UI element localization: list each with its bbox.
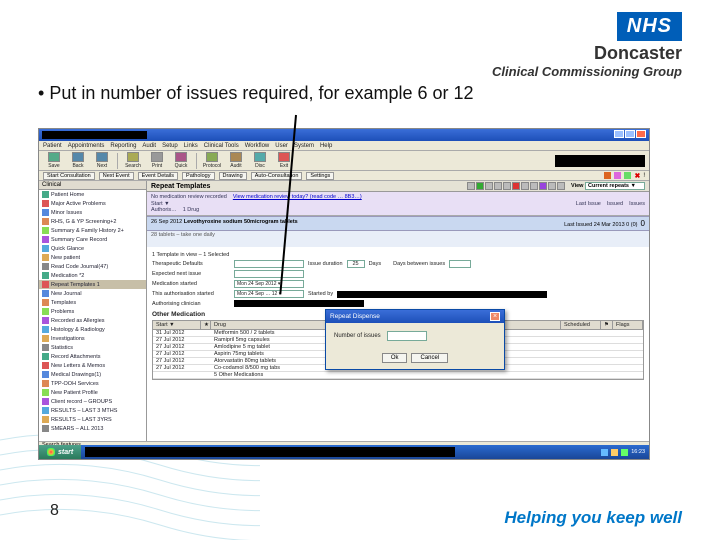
app-window: PatientAppointmentsReporting AuditSetupL… (38, 128, 650, 460)
sidebar-item[interactable]: Minor Issues (39, 208, 146, 217)
sidebar-item[interactable]: New patient (39, 253, 146, 262)
window-buttons[interactable] (613, 130, 646, 140)
sidebar-item[interactable]: Problems (39, 307, 146, 316)
sidebar-item[interactable]: Patient Home (39, 190, 146, 199)
start-button[interactable]: start (39, 445, 81, 459)
date-picker[interactable]: Mon 24 Sep 2012 ▾ (234, 280, 304, 288)
sidebar-item[interactable]: Investigations (39, 334, 146, 343)
ok-button[interactable]: Ok (382, 353, 408, 363)
issues-label: Number of issues (334, 333, 381, 339)
sub-toolbar[interactable]: Start ConsultationNext Event Event Detai… (39, 171, 649, 181)
repeat-dispense-dialog: Repeat Dispense× Number of issues Ok Can… (325, 309, 505, 370)
main-toolbar[interactable]: Save Back Next Search Print Quick Protoc… (39, 151, 649, 171)
sidebar-item[interactable]: New Journal (39, 289, 146, 298)
nhs-logo: NHS Doncaster Clinical Commissioning Gro… (492, 12, 682, 79)
sidebar-item[interactable]: Summary Care Record (39, 235, 146, 244)
table-row[interactable]: 5 Other Medications (153, 372, 643, 379)
sidebar-item[interactable]: Client record – GROUPS (39, 397, 146, 406)
repeat-templates-header: Repeat Templates View Current repeats ▼ (147, 181, 649, 192)
sidebar-item[interactable]: Quick Glance (39, 244, 146, 253)
sidebar-item[interactable]: Templates (39, 298, 146, 307)
page-number: 8 (50, 502, 59, 520)
close-icon[interactable]: ✖ (634, 172, 640, 180)
header-icons[interactable] (467, 182, 565, 190)
strapline: Helping you keep well (504, 508, 682, 528)
sidebar-item[interactable]: Histology & Radiology (39, 325, 146, 334)
drug-row[interactable]: 26 Sep 2012 Levothyroxine sodium 50micro… (147, 216, 649, 231)
taskbar[interactable]: start 16:23 (39, 445, 649, 459)
issues-input[interactable] (387, 331, 427, 341)
sidebar-item[interactable]: Summary & Family History 2+ (39, 226, 146, 235)
dialog-close-icon[interactable]: × (490, 312, 500, 321)
date-picker-2[interactable]: Mon 24 Sep … 12 ▾ (234, 290, 304, 298)
main-panel: Repeat Templates View Current repeats ▼ … (147, 181, 649, 441)
cancel-button[interactable]: Cancel (411, 353, 448, 363)
sidebar-item[interactable]: Medication *2 (39, 271, 146, 280)
sidebar-item[interactable]: Read Code Journal(47) (39, 262, 146, 271)
sidebar-item[interactable]: Statistics (39, 343, 146, 352)
sidebar-item[interactable]: SMEARS – ALL 2013 (39, 424, 146, 433)
bullet-text: Put in number of issues required, for ex… (38, 83, 682, 104)
sidebar-item[interactable]: Recorded as Allergies (39, 316, 146, 325)
view-dropdown[interactable]: Current repeats ▼ (585, 182, 645, 190)
sidebar-item[interactable]: Repeat Templates 1 (39, 280, 146, 289)
sidebar-item[interactable]: TPP-OOH Services (39, 379, 146, 388)
sidebar-item[interactable]: Major Active Problems (39, 199, 146, 208)
titlebar (39, 129, 649, 141)
sidebar-item[interactable]: RHS, G & YP Screening+2 (39, 217, 146, 226)
sidebar-item[interactable]: RESULTS – LAST 3YRS (39, 415, 146, 424)
sidebar-item[interactable]: RESULTS – LAST 3 MTHS (39, 406, 146, 415)
sidebar[interactable]: Clinical Patient HomeMajor Active Proble… (39, 181, 147, 441)
med-review-link[interactable]: View medication review today? (read code… (233, 194, 362, 200)
sidebar-item[interactable]: New Patient Profile (39, 388, 146, 397)
sidebar-item[interactable]: Medical Drawings(1) (39, 370, 146, 379)
menubar[interactable]: PatientAppointmentsReporting AuditSetupL… (39, 141, 649, 151)
sidebar-item[interactable]: Record Attachments (39, 352, 146, 361)
sidebar-item[interactable]: New Letters & Memos (39, 361, 146, 370)
